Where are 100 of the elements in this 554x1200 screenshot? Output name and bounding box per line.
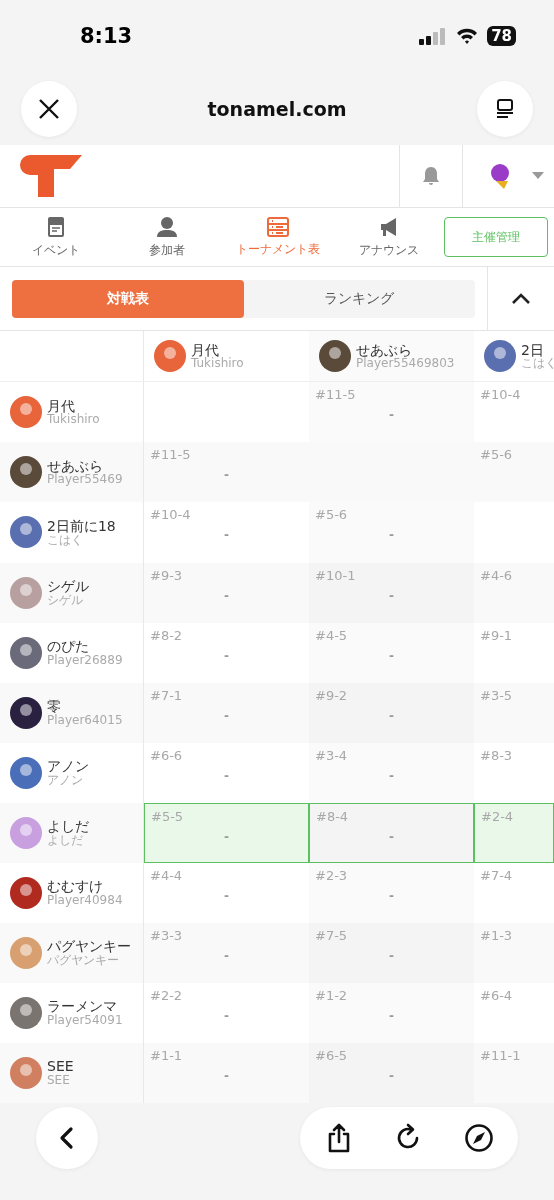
collapse-icon[interactable]	[511, 292, 531, 305]
player-name: 零	[47, 698, 61, 714]
share-icon	[326, 1123, 352, 1153]
avatar-icon	[319, 340, 351, 373]
match-cell[interactable]: #6-6 -	[144, 742, 309, 803]
player-name: SEE	[47, 1059, 74, 1074]
avatar-icon	[10, 576, 42, 609]
match-cell[interactable]: #4-4 -	[144, 862, 309, 923]
avatar-icon	[10, 456, 42, 489]
match-number: #4-6	[480, 567, 514, 583]
match-cell[interactable]: #7-1 -	[144, 682, 309, 743]
status-time: 8:13	[80, 24, 133, 48]
view-tab[interactable]: 対戦表	[12, 279, 244, 318]
highlighted-match-cell[interactable]: #8-4 -	[309, 802, 474, 863]
match-cell[interactable]: #2-2 -	[144, 982, 309, 1043]
document-icon	[45, 215, 66, 238]
back-button[interactable]	[36, 1107, 98, 1169]
admin-button[interactable]: 主催管理	[444, 217, 548, 257]
avatar-icon	[10, 816, 42, 849]
match-number: #11-5	[315, 387, 357, 403]
player-id: Player55469	[47, 473, 123, 487]
player-id: Player40984	[47, 893, 123, 907]
avatar-icon	[10, 936, 42, 969]
match-number: #10-4	[150, 507, 192, 523]
player-name: 月代	[47, 398, 75, 414]
match-number: #3-5	[480, 687, 514, 703]
match-score: -	[224, 588, 229, 603]
match-score: -	[389, 948, 394, 963]
player-name: アノン	[47, 759, 89, 774]
view-tab[interactable]: ランキング	[243, 279, 475, 318]
player-name: のぴた	[47, 638, 90, 654]
match-score: -	[224, 768, 229, 783]
compass-icon	[464, 1123, 494, 1153]
match-cell[interactable]: #3-4 -	[309, 742, 474, 803]
player-id: パグヤンキー	[47, 953, 120, 967]
match-number: #8-3	[480, 747, 514, 763]
match-cell[interactable]: #1-2 -	[309, 982, 474, 1043]
match-score: -	[224, 648, 229, 663]
match-cell[interactable]: #2-3 -	[309, 862, 474, 923]
match-cell[interactable]: #9-2 -	[309, 682, 474, 743]
player-id: こはく	[521, 357, 554, 370]
battery-indicator: 78	[487, 26, 516, 46]
highlighted-match-cell[interactable]: #2-4	[474, 802, 554, 863]
match-cell[interactable]: #11-1	[474, 1042, 554, 1103]
nav-tab[interactable]: 参加者	[111, 215, 222, 259]
match-cell[interactable]: #9-1	[474, 622, 554, 683]
highlighted-match-cell[interactable]: #5-5 -	[144, 802, 309, 863]
match-score: -	[224, 528, 229, 543]
match-cell[interactable]: #5-6	[474, 442, 554, 503]
match-score: -	[389, 588, 394, 603]
match-number: #6-6	[150, 747, 184, 763]
avatar-icon	[10, 756, 42, 789]
match-cell[interactable]: #10-4 -	[144, 502, 309, 563]
match-score: -	[224, 1068, 229, 1083]
match-cell[interactable]: #3-5	[474, 682, 554, 743]
match-number: #9-1	[480, 627, 514, 643]
match-cell[interactable]: #3-3 -	[144, 922, 309, 983]
match-number: #2-4	[481, 808, 515, 824]
bell-icon[interactable]	[420, 165, 442, 187]
person-icon	[155, 215, 178, 238]
match-cell[interactable]: #6-5 -	[309, 1042, 474, 1103]
avatar-icon	[10, 1056, 42, 1089]
match-number: #9-2	[315, 687, 349, 703]
match-number: #7-1	[150, 687, 184, 703]
match-cell[interactable]: #7-4	[474, 862, 554, 923]
avatar-icon	[10, 996, 42, 1029]
match-cell[interactable]: #1-3	[474, 922, 554, 983]
nav-tab[interactable]: イベント	[0, 215, 111, 259]
match-cell[interactable]: #10-1 -	[309, 562, 474, 623]
match-cell[interactable]: #1-1 -	[144, 1042, 309, 1103]
match-number: #3-4	[315, 747, 349, 763]
match-cell[interactable]: #8-3	[474, 742, 554, 803]
match-score: -	[389, 1068, 394, 1083]
match-cell[interactable]: #8-2 -	[144, 622, 309, 683]
match-number: #6-5	[315, 1047, 349, 1063]
match-cell[interactable]: #6-4	[474, 982, 554, 1043]
match-number: #10-1	[315, 567, 357, 583]
url-text[interactable]: tonamel.com	[207, 97, 347, 120]
match-cell[interactable]: #9-3 -	[144, 562, 309, 623]
nav-tab[interactable]: アナウンス	[333, 215, 444, 259]
logo-icon[interactable]	[18, 155, 82, 197]
dropdown-caret-icon[interactable]	[532, 172, 544, 180]
player-id: Player64015	[47, 713, 123, 727]
match-score: -	[389, 768, 394, 783]
match-score: -	[389, 829, 394, 844]
match-number: #1-1	[150, 1047, 184, 1063]
match-cell[interactable]: #5-6 -	[309, 502, 474, 563]
bracket-icon	[266, 216, 289, 237]
match-cell[interactable]: #4-6	[474, 562, 554, 623]
match-cell[interactable]: #7-5 -	[309, 922, 474, 983]
match-number: #11-5	[150, 447, 192, 463]
match-score: -	[389, 708, 394, 723]
match-cell[interactable]: #10-4	[474, 382, 554, 443]
nav-tab[interactable]: トーナメント表	[222, 216, 333, 258]
match-cell[interactable]: #11-5 -	[309, 382, 474, 443]
match-number: #7-4	[480, 867, 514, 883]
match-cell[interactable]: #4-5 -	[309, 622, 474, 683]
match-cell[interactable]: #11-5 -	[144, 442, 309, 503]
match-number: #5-6	[480, 447, 514, 463]
player-name: ラーメンマ	[47, 999, 117, 1014]
